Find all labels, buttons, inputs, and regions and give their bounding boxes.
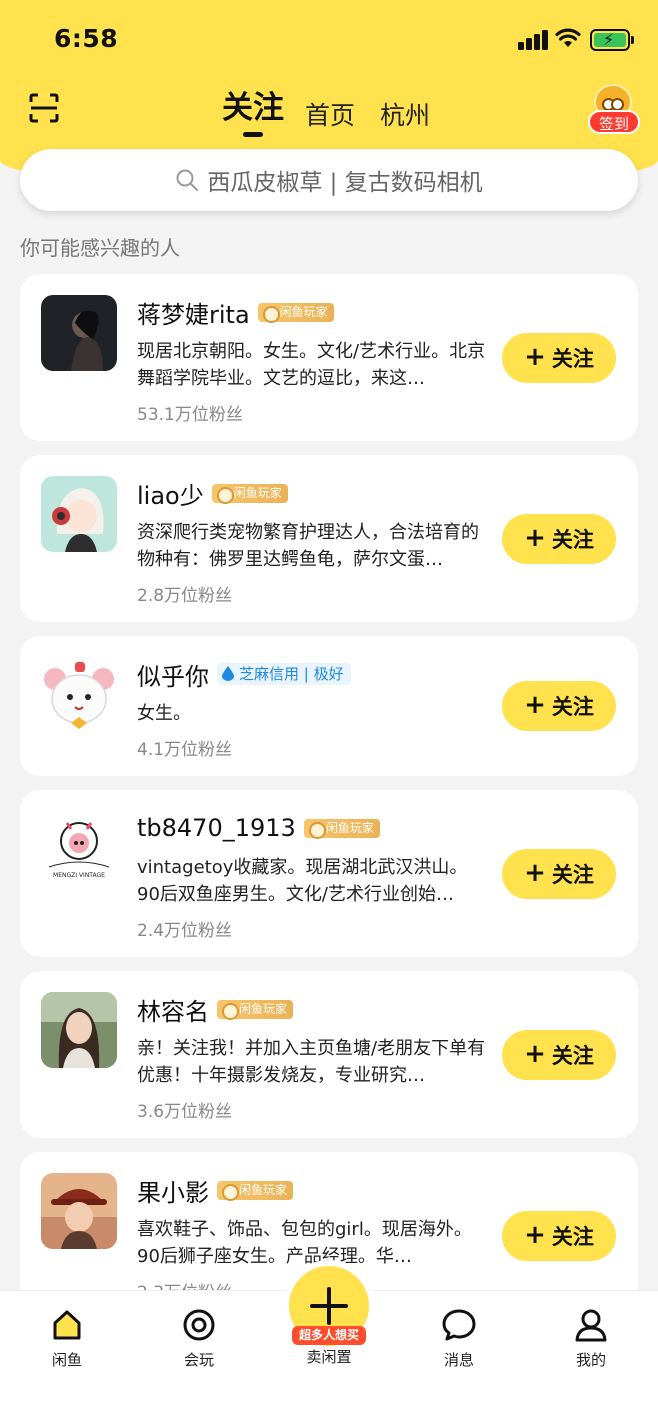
status-bar: 6:58 ⚡ — [0, 0, 658, 78]
name-row: 林容名 闲鱼玩家 — [137, 992, 294, 1027]
user-desc: 喜欢鞋子、饰品、包包的girl。现居海外。90后狮子座女生。产品经理。华… — [137, 1219, 472, 1267]
nav-item-messages[interactable]: 消息 — [414, 1307, 504, 1370]
checkin-button[interactable]: 签到 — [588, 82, 640, 134]
user-desc: 现居北京朝阳。女生。文化/艺术行业。北京舞蹈学院毕业。文艺的逗比，来这… — [137, 341, 486, 389]
user-name[interactable]: 蒋梦婕rita — [137, 295, 250, 330]
tab-home[interactable]: 首页 — [305, 96, 355, 132]
avatar[interactable]: MENGZI VINTAGE — [41, 811, 117, 887]
avatar[interactable] — [41, 657, 117, 733]
user-desc: vintagetoy收藏家。现居湖北武汉洪山。90后双鱼座男生。文化/艺术行业创… — [137, 857, 468, 905]
nav-label: 会玩 — [183, 1351, 214, 1369]
plus-icon: + — [524, 689, 546, 720]
follow-button[interactable]: + 关注 — [502, 1211, 616, 1261]
name-row: liao少 闲鱼玩家 — [137, 476, 288, 511]
name-row: tb8470_1913 闲鱼玩家 — [137, 812, 380, 844]
home-icon — [53, 1310, 81, 1340]
follow-button[interactable]: + 关注 — [502, 849, 616, 899]
follow-button[interactable]: + 关注 — [502, 514, 616, 564]
search-icon — [176, 169, 199, 191]
search-placeholder: 西瓜皮椒草 | 复古数码相机 — [207, 170, 483, 196]
name-row: 果小影 闲鱼玩家 — [137, 1173, 294, 1208]
target-icon — [183, 1309, 215, 1341]
battery-icon: ⚡ — [590, 29, 634, 51]
plus-icon: + — [524, 857, 546, 888]
player-badge: 闲鱼玩家 — [211, 483, 288, 504]
user-card[interactable]: MENGZI VINTAGE tb8470_1913 闲鱼玩家 vintaget… — [20, 790, 638, 957]
sell-label[interactable]: 卖闲置 — [279, 1346, 379, 1367]
wifi-icon — [555, 28, 581, 47]
nav-item-huiwan[interactable]: 会玩 — [154, 1307, 244, 1370]
search-bar[interactable]: 西瓜皮椒草 | 复古数码相机 — [20, 149, 638, 211]
tab-hangzhou[interactable]: 杭州 — [380, 96, 430, 132]
player-badge: 闲鱼玩家 — [217, 999, 294, 1020]
user-fans: 3.6万位粉丝 — [137, 1102, 233, 1122]
drop-icon — [222, 666, 234, 681]
player-badge: 闲鱼玩家 — [217, 1180, 294, 1201]
follow-button[interactable]: + 关注 — [502, 681, 616, 731]
nav-label: 闲鱼 — [51, 1351, 82, 1369]
nav-item-mine[interactable]: 我的 — [546, 1307, 636, 1370]
user-card[interactable]: 林容名 闲鱼玩家 亲！关注我！并加入主页鱼塘/老朋友下单有优惠！十年摄影发烧友，… — [20, 971, 638, 1138]
user-icon — [575, 1309, 607, 1342]
message-icon — [442, 1309, 476, 1341]
avatar[interactable] — [41, 992, 117, 1068]
user-name[interactable]: 果小影 — [137, 1173, 209, 1208]
user-desc: 女生。 — [137, 703, 191, 724]
avatar-logo-text: MENGZI VINTAGE — [53, 872, 105, 879]
avatar[interactable] — [41, 1173, 117, 1249]
avatar[interactable] — [41, 295, 117, 371]
sell-promo-badge: 超多人想买 — [292, 1326, 366, 1345]
plus-icon: + — [524, 1219, 546, 1250]
tab-indicator — [243, 132, 263, 137]
follow-button[interactable]: + 关注 — [502, 1030, 616, 1080]
user-name[interactable]: 林容名 — [137, 992, 209, 1027]
status-time: 6:58 — [54, 24, 119, 53]
user-desc: 资深爬行类宠物繁育护理达人，合法培育的物种有：佛罗里达鳄鱼龟，萨尔文蛋… — [137, 522, 479, 570]
user-card[interactable]: liao少 闲鱼玩家 资深爬行类宠物繁育护理达人，合法培育的物种有：佛罗里达鳄鱼… — [20, 455, 638, 622]
player-badge: 闲鱼玩家 — [303, 818, 380, 839]
nav-label: 消息 — [443, 1351, 474, 1369]
user-fans: 2.4万位粉丝 — [137, 921, 233, 941]
avatar[interactable] — [41, 476, 117, 552]
user-desc: 亲！关注我！并加入主页鱼塘/老朋友下单有优惠！十年摄影发烧友，专业研究… — [137, 1038, 486, 1086]
user-card[interactable]: 蒋梦婕rita 闲鱼玩家 现居北京朝阳。女生。文化/艺术行业。北京舞蹈学院毕业。… — [20, 274, 638, 441]
nav-item-xianyu[interactable]: 闲鱼 — [22, 1307, 112, 1370]
checkin-label: 签到 — [588, 110, 640, 134]
plus-icon — [310, 1287, 348, 1325]
player-badge: 闲鱼玩家 — [257, 302, 334, 323]
nav-label: 我的 — [575, 1351, 606, 1369]
section-title: 你可能感兴趣的人 — [20, 236, 180, 260]
top-tabs: 关注 首页 杭州 — [0, 86, 658, 137]
user-name[interactable]: 似乎你 — [137, 657, 209, 692]
name-row: 蒋梦婕rita 闲鱼玩家 — [137, 295, 334, 330]
user-fans: 4.1万位粉丝 — [137, 740, 233, 760]
user-card[interactable]: 似乎你 芝麻信用 | 极好 女生。 4.1万位粉丝 + 关注 — [20, 636, 638, 776]
user-fans: 53.1万位粉丝 — [137, 405, 243, 425]
follow-button[interactable]: + 关注 — [502, 333, 616, 383]
user-name[interactable]: tb8470_1913 — [137, 814, 296, 842]
plus-icon: + — [524, 1038, 546, 1069]
credit-badge: 芝麻信用 | 极好 — [217, 663, 351, 685]
cellular-signal-icon — [518, 30, 550, 50]
plus-icon: + — [524, 341, 546, 372]
tab-follow[interactable]: 关注 — [222, 82, 284, 127]
plus-icon: + — [524, 522, 546, 553]
user-fans: 2.8万位粉丝 — [137, 586, 233, 606]
user-name[interactable]: liao少 — [137, 476, 204, 511]
name-row: 似乎你 芝麻信用 | 极好 — [137, 657, 351, 692]
